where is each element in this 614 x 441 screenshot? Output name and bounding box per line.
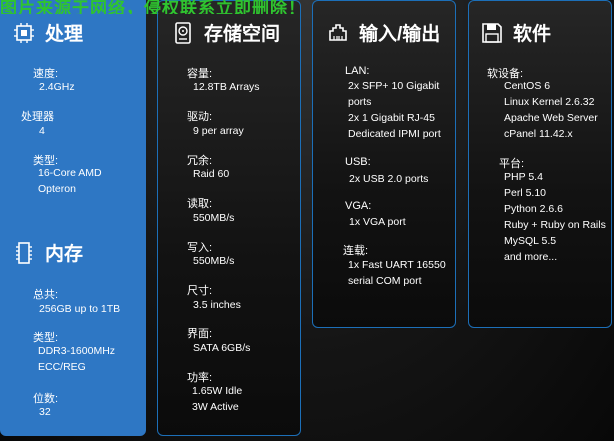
- software-header: 软件: [481, 19, 551, 46]
- spec-value-lan-line-2: ports: [348, 96, 372, 108]
- spec-value-platform: PHP 5.4 Perl 5.10 Python 2.6.6 Ruby + Ruby …: [504, 169, 606, 265]
- spec-label-lan: LAN:: [345, 65, 370, 77]
- watermark-banner: 图片来源于网络，侵权联系立即删除！: [0, 0, 306, 14]
- processing-header: 处理: [13, 19, 83, 46]
- memory-title: 内存: [45, 244, 84, 265]
- network-port-icon: [329, 23, 347, 41]
- software-card: 软件 软设备: 平台:: [468, 0, 612, 328]
- spec-value-cpu-type-line-2: Opteron: [38, 183, 76, 195]
- spec-value-software-line-2: Linux Kernel 2.6.32: [504, 96, 595, 108]
- spec-value-mem-total: 256GB up to 1TB: [39, 303, 121, 315]
- spec-label-serial: 连载:: [343, 245, 369, 257]
- cpu-icon: [14, 22, 34, 43]
- spec-value-processors: 4: [39, 125, 45, 137]
- storage-card: 存储空间 容量: 12.8TB Arrays 驱动: 9 per array 冗…: [157, 0, 301, 436]
- storage-header: 存储空间: [172, 19, 280, 46]
- io-title: 输入/输出: [359, 24, 441, 45]
- spec-value-capacity: 12.8TB Arrays: [193, 81, 260, 93]
- spec-value-lan: 2x SFP+ 10 Gigabit ports 2x 1 Gigabit RJ-4…: [348, 78, 441, 142]
- spec-label-size: 尺寸:: [187, 285, 213, 297]
- spec-value-cpu-type: 16-Core AMD Opteron: [38, 165, 102, 197]
- spec-value-write: 550MB/s: [193, 255, 235, 267]
- spec-value-serial-line-2: serial COM port: [348, 275, 422, 287]
- spec-label-mem-total: 总共:: [33, 289, 59, 301]
- spec-value-serial-line-1: 1x Fast UART 16550: [348, 259, 446, 271]
- spec-value-power: 1.65W Idle 3W Active: [192, 383, 242, 415]
- spec-value-lan-line-1: 2x SFP+ 10 Gigabit: [348, 80, 440, 92]
- spec-label-interface: 界面:: [187, 328, 213, 340]
- software-title: 软件: [513, 24, 552, 45]
- spec-value-redundancy: Raid 60: [193, 168, 230, 180]
- spec-value-software-line-3: Apache Web Server: [504, 112, 598, 124]
- spec-label-vga: VGA:: [345, 200, 372, 212]
- spec-label-usb: USB:: [345, 156, 371, 168]
- spec-value-mem-type: DDR3-1600MHz ECC/REG: [38, 343, 115, 375]
- spec-value-mem-bits: 32: [39, 406, 51, 418]
- spec-value-platform-line-3: Python 2.6.6: [504, 203, 563, 215]
- spec-value-platform-line-6: and more...: [504, 251, 558, 263]
- spec-value-platform-line-1: PHP 5.4: [504, 171, 543, 183]
- spec-value-mem-type-line-1: DDR3-1600MHz: [38, 345, 116, 357]
- memory-header: 内存: [13, 239, 83, 266]
- memory-icon: [16, 241, 32, 264]
- spec-value-serial: 1x Fast UART 16550 serial COM port: [348, 257, 446, 289]
- spec-value-platform-line-2: Perl 5.10: [504, 187, 547, 199]
- spec-value-interface: SATA 6GB/s: [193, 342, 251, 354]
- spec-value-software: CentOS 6 Linux Kernel 2.6.32 Apache Web Se…: [504, 78, 598, 142]
- spec-label-processors: 处理器: [21, 111, 54, 123]
- spec-value-platform-line-4: Ruby + Ruby on Rails: [504, 219, 606, 231]
- spec-value-mem-type-line-2: ECC/REG: [38, 361, 86, 373]
- spec-value-software-line-1: CentOS 6: [504, 80, 551, 92]
- spec-value-vga: 1x VGA port: [349, 216, 406, 228]
- processing-title: 处理: [45, 24, 84, 45]
- spec-value-drives: 9 per array: [193, 125, 244, 137]
- spec-value-speed: 2.4GHz: [39, 81, 75, 93]
- spec-value-cpu-type-line-1: 16-Core AMD: [38, 167, 102, 179]
- spec-value-platform-line-5: MySQL 5.5: [504, 235, 557, 247]
- floppy-disk-icon: [482, 22, 502, 43]
- spec-value-power-line-2: 3W Active: [192, 401, 239, 413]
- spec-label-read: 读取:: [187, 198, 213, 210]
- spec-value-read: 550MB/s: [193, 212, 235, 224]
- io-header: 输入/输出: [327, 19, 440, 46]
- storage-title: 存储空间: [204, 24, 281, 45]
- spec-value-size: 3.5 inches: [193, 299, 241, 311]
- spec-value-power-line-1: 1.65W Idle: [192, 385, 243, 397]
- spec-value-usb: 2x USB 2.0 ports: [349, 173, 429, 185]
- spec-value-lan-line-3: 2x 1 Gigabit RJ-45: [348, 112, 435, 124]
- hard-drive-icon: [175, 21, 191, 44]
- spec-value-lan-line-4: Dedicated IPMI port: [348, 128, 441, 140]
- spec-value-software-line-4: cPanel 11.42.x: [504, 128, 573, 140]
- spec-label-drives: 驱动:: [187, 111, 213, 123]
